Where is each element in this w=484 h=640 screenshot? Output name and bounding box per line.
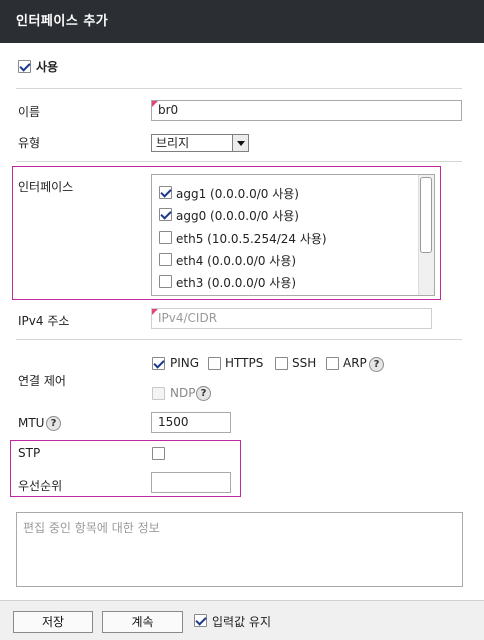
chevron-down-icon[interactable] <box>232 135 248 151</box>
iface-checkbox-eth4[interactable] <box>159 253 172 266</box>
https-checkbox[interactable] <box>208 357 221 370</box>
stp-checkbox[interactable] <box>152 447 165 460</box>
iface-label-agg0: agg0 (0.0.0.0/0 사용) <box>176 209 299 223</box>
priority-label: 우선순위 <box>18 479 63 493</box>
iface-label-agg1: agg1 (0.0.0.0/0 사용) <box>176 187 299 201</box>
https-label: HTTPS <box>225 356 264 370</box>
type-select-value: 브리지 <box>156 136 190 150</box>
iface-label-eth4: eth4 (0.0.0.0/0 사용) <box>176 254 297 268</box>
interfaces-label: 인터페이스 <box>18 180 74 194</box>
iface-label-eth5: eth5 (10.0.5.254/24 사용) <box>176 232 327 246</box>
keep-input-label: 입력값 유지 <box>212 615 272 629</box>
mtu-help-icon[interactable]: ? <box>46 416 61 431</box>
save-button[interactable]: 저장 <box>13 611 93 633</box>
iface-label-eth3: eth3 (0.0.0.0/0 사용) <box>176 276 297 290</box>
footer-bar: 저장 계속 입력값 유지 <box>0 600 484 640</box>
type-select[interactable]: 브리지 <box>151 134 249 152</box>
ping-checkbox[interactable] <box>152 357 165 370</box>
ssh-label: SSH <box>292 356 317 370</box>
iface-checkbox-eth3[interactable] <box>159 275 172 288</box>
iface-checkbox-agg1[interactable] <box>159 186 172 199</box>
iface-checkbox-eth5[interactable] <box>159 231 172 244</box>
ndp-label: NDP <box>170 386 196 400</box>
divider <box>16 339 462 340</box>
conn-control-label: 연결 제어 <box>18 374 66 388</box>
keep-input-checkbox[interactable] <box>194 614 207 627</box>
priority-input[interactable] <box>151 472 231 493</box>
continue-button[interactable]: 계속 <box>102 611 183 633</box>
ipv4-label: IPv4 주소 <box>18 314 70 328</box>
stp-label: STP <box>18 446 41 460</box>
ndp-checkbox[interactable] <box>152 387 165 400</box>
divider <box>16 161 462 162</box>
arp-label: ARP <box>343 356 367 370</box>
name-label: 이름 <box>18 105 41 119</box>
arp-checkbox[interactable] <box>326 357 339 370</box>
ipv4-input[interactable]: IPv4/CIDR <box>151 308 432 329</box>
interfaces-listbox[interactable]: agg1 (0.0.0.0/0 사용) agg0 (0.0.0.0/0 사용) … <box>151 174 435 296</box>
listbox-scrollbar[interactable] <box>418 175 434 295</box>
ping-label: PING <box>170 356 200 370</box>
divider <box>16 88 462 89</box>
info-box: 편집 중인 항목에 대한 정보 <box>16 512 463 587</box>
enable-checkbox[interactable] <box>18 60 31 73</box>
arp-help-icon[interactable]: ? <box>369 357 384 372</box>
ssh-checkbox[interactable] <box>275 357 288 370</box>
name-input[interactable]: br0 <box>151 100 462 121</box>
dialog-title: 인터페이스 추가 <box>0 0 484 43</box>
enable-label: 사용 <box>36 60 59 74</box>
ndp-help-icon[interactable]: ? <box>196 386 211 401</box>
mtu-label: MTU <box>18 416 45 430</box>
scrollbar-thumb[interactable] <box>420 177 432 253</box>
iface-checkbox-agg0[interactable] <box>159 208 172 221</box>
mtu-input[interactable]: 1500 <box>151 412 231 433</box>
type-label: 유형 <box>18 136 41 150</box>
